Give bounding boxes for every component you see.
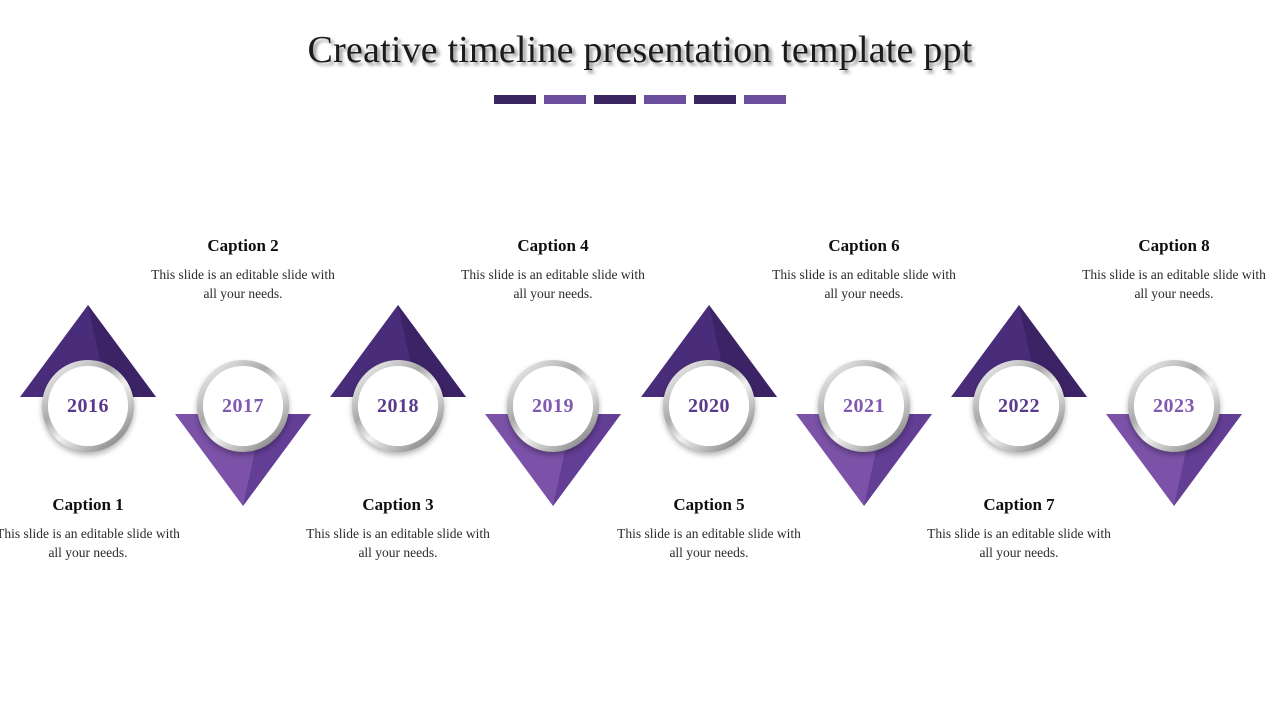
caption-title: Caption 6 xyxy=(828,236,900,255)
caption-title: Caption 8 xyxy=(1138,236,1210,255)
year-badge-2018[interactable]: 2018 xyxy=(352,360,444,452)
year-badge-2022[interactable]: 2022 xyxy=(973,360,1065,452)
year-badge-2016[interactable]: 2016 xyxy=(42,360,134,452)
caption-body: This slide is an editable slide with all… xyxy=(151,267,335,302)
caption-body: This slide is an editable slide with all… xyxy=(927,526,1111,561)
timeline-nodes: 2016 2017 2018 2019 2020 2021 2022 2023 xyxy=(0,0,1280,720)
year-label: 2017 xyxy=(222,394,264,417)
caption-body: This slide is an editable slide with all… xyxy=(306,526,490,561)
caption-title: Caption 5 xyxy=(673,495,745,514)
caption-title: Caption 3 xyxy=(362,495,434,514)
year-label: 2016 xyxy=(67,394,109,417)
caption-block-2: Caption 2 This slide is an editable slide… xyxy=(143,236,343,303)
caption-body: This slide is an editable slide with all… xyxy=(772,267,956,302)
year-label: 2020 xyxy=(688,394,730,417)
caption-block-6: Caption 6 This slide is an editable slide… xyxy=(764,236,964,303)
caption-body: This slide is an editable slide with all… xyxy=(0,526,180,561)
caption-body: This slide is an editable slide with all… xyxy=(461,267,645,302)
year-badge-2020[interactable]: 2020 xyxy=(663,360,755,452)
year-label: 2019 xyxy=(532,394,574,417)
caption-body: This slide is an editable slide with all… xyxy=(1082,267,1266,302)
year-badge-2023[interactable]: 2023 xyxy=(1128,360,1220,452)
slide-canvas: Creative timeline presentation template … xyxy=(0,0,1280,720)
caption-title: Caption 2 xyxy=(207,236,279,255)
year-label: 2021 xyxy=(843,394,885,417)
caption-block-7: Caption 7 This slide is an editable slide… xyxy=(919,495,1119,562)
year-badge-2021[interactable]: 2021 xyxy=(818,360,910,452)
year-label: 2018 xyxy=(377,394,419,417)
year-badge-2017[interactable]: 2017 xyxy=(197,360,289,452)
caption-block-1: Caption 1 This slide is an editable slide… xyxy=(0,495,188,562)
caption-block-4: Caption 4 This slide is an editable slide… xyxy=(453,236,653,303)
year-label: 2023 xyxy=(1153,394,1195,417)
caption-block-3: Caption 3 This slide is an editable slide… xyxy=(298,495,498,562)
year-label: 2022 xyxy=(998,394,1040,417)
caption-body: This slide is an editable slide with all… xyxy=(617,526,801,561)
year-badge-2019[interactable]: 2019 xyxy=(507,360,599,452)
caption-block-8: Caption 8 This slide is an editable slide… xyxy=(1074,236,1274,303)
caption-block-5: Caption 5 This slide is an editable slide… xyxy=(609,495,809,562)
caption-title: Caption 4 xyxy=(517,236,589,255)
caption-title: Caption 7 xyxy=(983,495,1055,514)
caption-title: Caption 1 xyxy=(52,495,124,514)
